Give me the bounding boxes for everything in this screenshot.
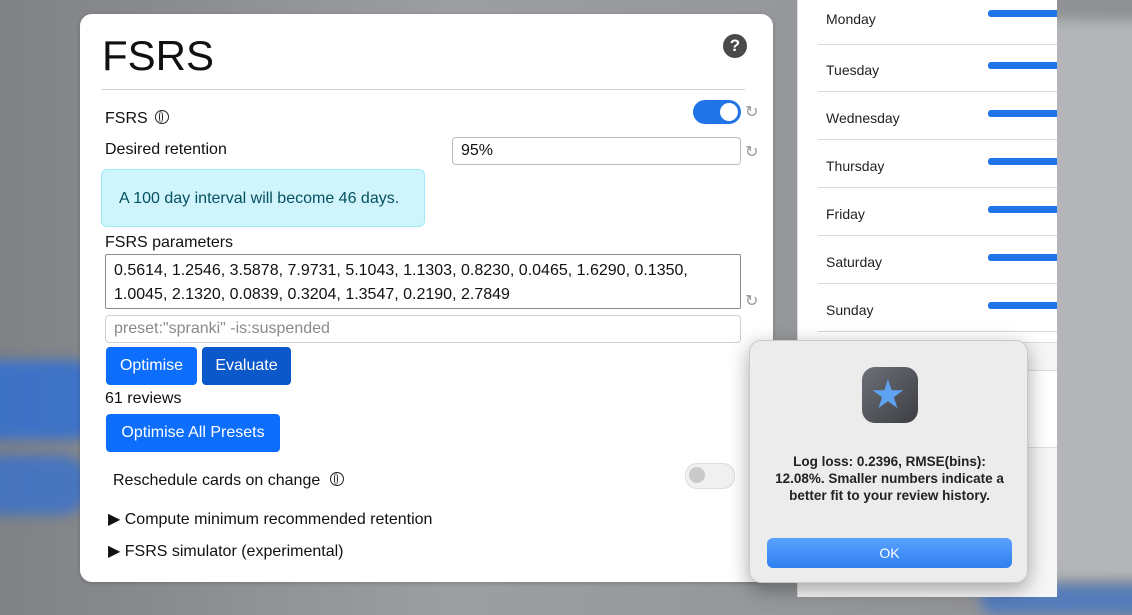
weekday-bar [988,10,1057,17]
optimise-all-presets-button[interactable]: Optimise All Presets [106,414,280,452]
weekday-row: Friday [818,188,1057,236]
desired-retention-input[interactable] [452,137,741,165]
weekday-label: Tuesday [826,62,880,78]
dialog-message: Log loss: 0.2396, RMSE(bins): 12.08%. Sm… [775,454,1004,503]
page-title: FSRS [102,32,215,79]
weekday-label: Thursday [826,158,885,174]
weekday-bar [988,110,1057,117]
reschedule-row: Reschedule cards on change [113,471,345,490]
weekday-bar [988,206,1057,213]
weekday-bar [988,302,1057,309]
weekday-label: Monday [826,11,876,27]
background-blur [0,455,90,515]
weekday-label: Wednesday [826,110,900,126]
help-circle-icon[interactable]: ? [723,34,747,58]
fsrs-label: FSRS [105,110,148,127]
reset-icon[interactable]: ↻ [745,142,758,162]
weekday-row: Saturday [818,236,1057,284]
optimise-button[interactable]: Optimise [106,347,197,385]
weekday-row: Thursday [818,140,1057,188]
desired-retention-label: Desired retention [105,141,227,158]
divider [102,89,745,90]
parameters-label: FSRS parameters [105,234,234,251]
reschedule-toggle[interactable] [685,463,735,489]
reviews-count: 61 reviews [105,390,182,407]
weekday-row: Wednesday [818,92,1057,140]
parameters-textarea[interactable]: 0.5614, 1.2546, 3.5878, 7.9731, 5.1043, … [105,254,741,309]
fsrs-simulator-disclosure[interactable]: ▶ FSRS simulator (experimental) [108,541,343,561]
weekday-label: Saturday [826,254,883,270]
star-icon: ★ [870,373,906,417]
weekday-bar [988,254,1057,261]
globe-icon [330,472,345,486]
weekday-row: Monday [818,0,1057,45]
weekday-row: Tuesday [818,44,1057,92]
compute-min-retention-disclosure[interactable]: ▶ Compute minimum recommended retention [108,509,432,529]
interval-info-box: A 100 day interval will become 46 days. [101,169,425,227]
reschedule-label: Reschedule cards on change [113,472,321,489]
weekday-label: Friday [826,206,865,222]
fsrs-toggle-row: FSRS [105,109,169,128]
weekday-row: Sunday [818,284,1057,332]
globe-icon [154,110,169,124]
weekday-list: Monday Tuesday Wednesday Thursday Friday… [798,0,1057,343]
anki-app-icon: ★ [862,367,918,423]
weekday-bar [988,158,1057,165]
search-input[interactable]: preset:"spranki" -is:suspended [105,315,741,343]
fsrs-toggle[interactable] [693,100,741,124]
fsrs-settings-card: FSRS ? FSRS ↻ Desired retention ↻ A 100 … [80,14,773,582]
ok-button[interactable]: OK [767,538,1012,568]
weekday-label: Sunday [826,302,874,318]
reset-icon[interactable]: ↻ [745,102,758,122]
weekday-bar [988,62,1057,69]
alert-dialog: ★ Log loss: 0.2396, RMSE(bins): 12.08%. … [749,340,1028,583]
evaluate-button[interactable]: Evaluate [202,347,291,385]
reset-icon[interactable]: ↻ [745,291,758,311]
